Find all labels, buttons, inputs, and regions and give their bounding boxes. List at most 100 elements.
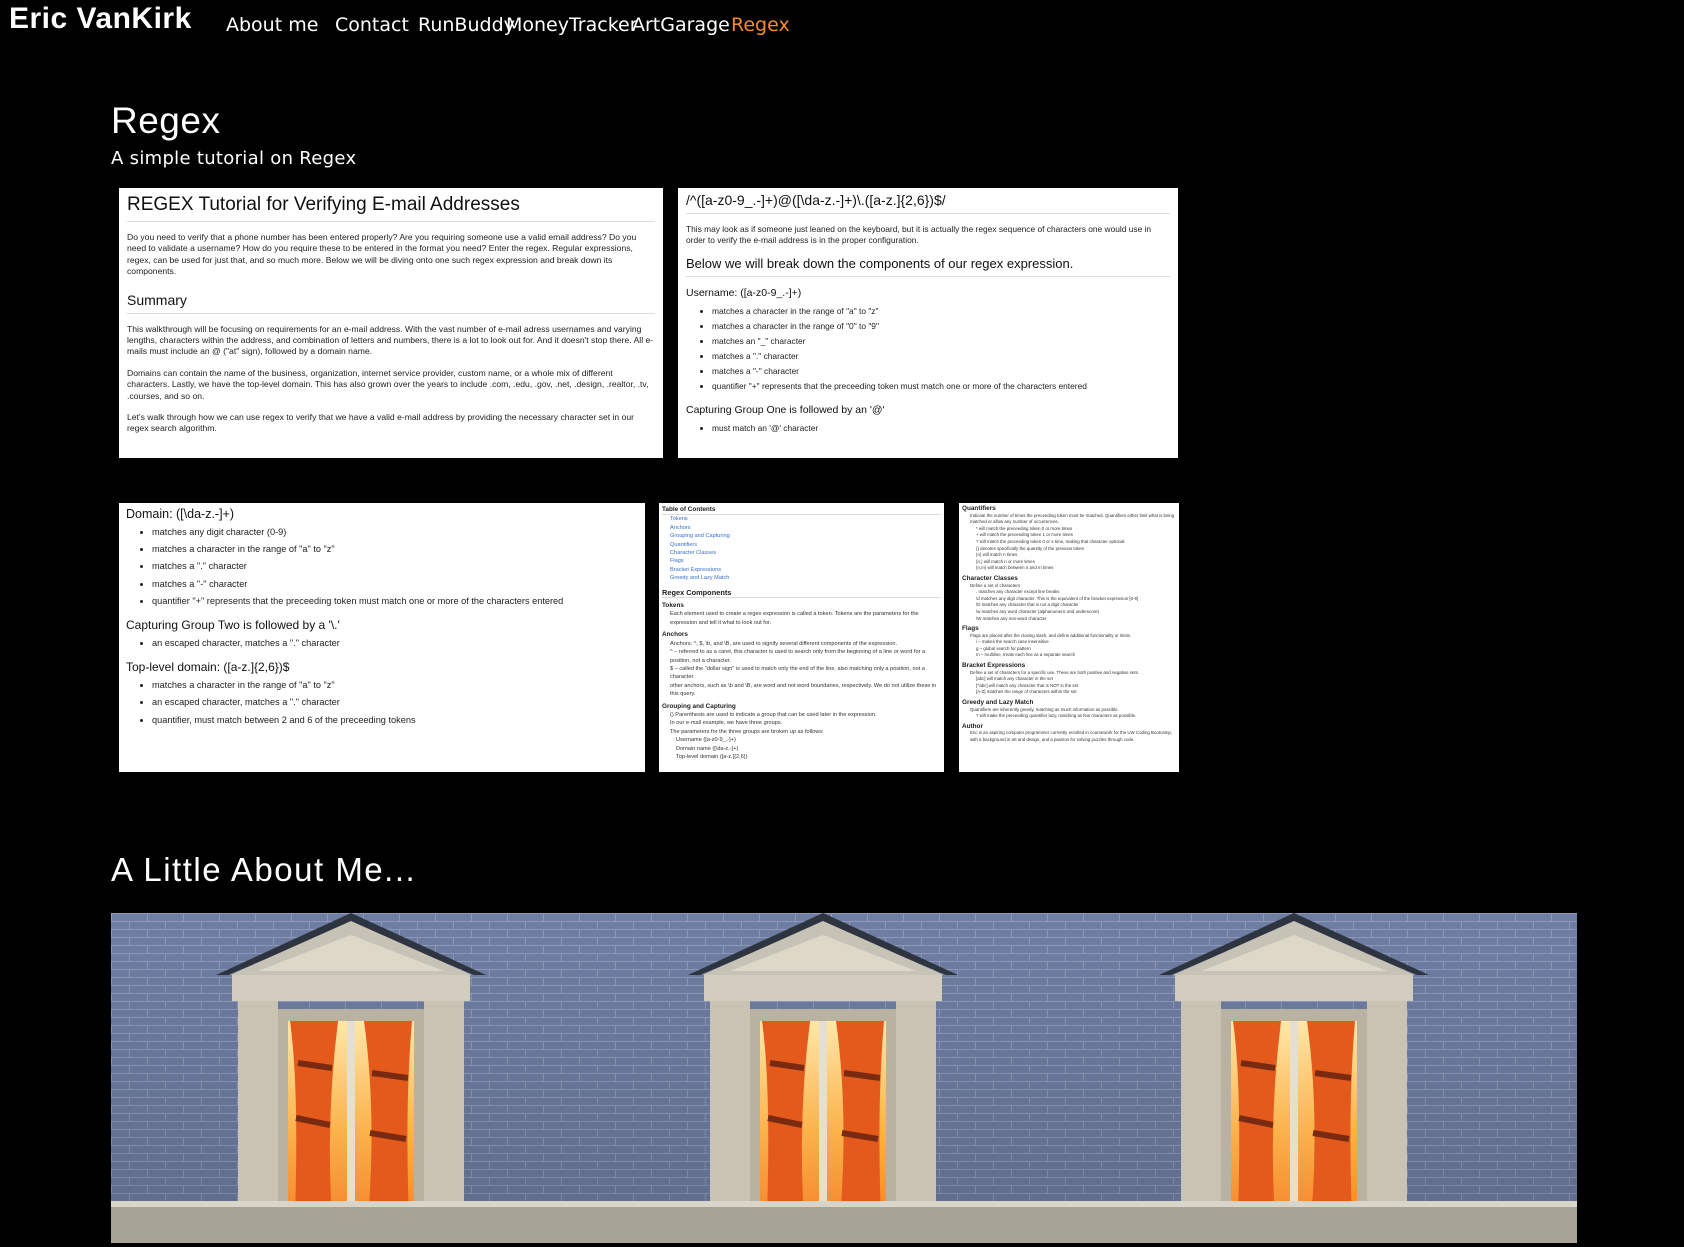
summary-paragraph-1: This walkthrough will be focusing on req…	[127, 323, 654, 357]
list-item: other anchors, such as \b and \B, are wo…	[670, 682, 937, 698]
group-two-heading: Capturing Group Two is followed by a '\.…	[126, 618, 340, 633]
list-item: Indicate the number of times the preceed…	[970, 512, 1175, 525]
nav-about-me[interactable]: About me	[226, 14, 318, 36]
nav-runbuddy[interactable]: RunBuddy	[418, 14, 515, 36]
list-item: $ – called the "dollar sign" is used to …	[670, 665, 925, 681]
toc-item[interactable]: Tokens	[662, 515, 941, 523]
list-item: Quantifiers are inherently greedy, match…	[970, 706, 1119, 712]
bracket-heading: Bracket Expressions	[962, 662, 1026, 670]
list-item: matches a "." character	[712, 349, 1170, 364]
regex-components-screenshot[interactable]: Quantifiers Indicate the number of times…	[959, 503, 1179, 772]
regex-breakdown-screenshot[interactable]: /^([a-z0-9_.-]+)@([\da-z.-]+)\.([a-z.]{2…	[678, 188, 1178, 458]
tokens-text: Each element used to create a regex expr…	[670, 611, 919, 626]
toc-item[interactable]: Bracket Expressions	[662, 566, 941, 574]
nav-regex[interactable]: Regex	[731, 14, 790, 36]
list-item: {n,} will match n or more times	[976, 558, 1035, 564]
toc-item[interactable]: Anchors	[662, 524, 941, 532]
group-one-list: must match an '@' character	[686, 421, 1170, 436]
toc-item[interactable]: Greedy and Lazy Match	[662, 574, 941, 582]
list-item: In our e-mail example, we have three gro…	[670, 720, 783, 727]
house-dormer-windows-image	[111, 913, 1577, 1243]
list-item: matches a "-" character	[712, 364, 1170, 379]
list-item: {n} will match n times	[976, 552, 1018, 558]
summary-paragraph-3: Let's walk through how we can use regex …	[127, 412, 635, 434]
nav-contact[interactable]: Contact	[335, 14, 409, 36]
list-item: \D matches any character that is not a d…	[976, 602, 1079, 608]
page-title: Regex	[111, 100, 221, 141]
list-item: + will match the preceeding token 1 or m…	[976, 532, 1074, 538]
table-of-contents-screenshot[interactable]: Table of Contents Tokens Anchors Groupin…	[659, 503, 944, 772]
list-item: quantifier "+" represents that the prece…	[712, 379, 1170, 394]
username-heading: Username: ([a-z0-9_.-]+)	[686, 286, 802, 299]
list-item: [A-Z] matches the range of characters wi…	[976, 689, 1077, 695]
list-item: matches a character in the range of "a" …	[152, 677, 638, 694]
nav-moneytracker[interactable]: MoneyTracker	[506, 14, 638, 36]
toc-item[interactable]: Flags	[662, 557, 941, 565]
intro-paragraph: Do you need to verify that a phone numbe…	[127, 232, 637, 277]
toc-heading: Table of Contents	[662, 506, 941, 516]
tutorial-intro-screenshot[interactable]: REGEX Tutorial for Verifying E-mail Addr…	[119, 188, 663, 458]
list-item: The parameters for the three groups are …	[670, 728, 824, 735]
tokens-heading: Tokens	[662, 602, 684, 610]
group-one-heading: Capturing Group One is followed by an '@…	[686, 403, 885, 416]
regex-intro: This may look as if someone just leaned …	[686, 224, 1152, 245]
summary-paragraph-2: Domains can contain the name of the busi…	[127, 367, 649, 401]
toc-item[interactable]: Grouping and Capturing	[662, 532, 941, 540]
toc-item[interactable]: Quantifiers	[662, 541, 941, 549]
author-heading: Author	[962, 722, 983, 730]
list-item: matches a character in the range of "0" …	[712, 319, 1170, 334]
breakdown-heading: Below we will break down the components …	[686, 256, 1170, 277]
list-item: Top-level domain ([a-z.]{2,6})	[676, 753, 748, 760]
toc-item[interactable]: Character Classes	[662, 549, 941, 557]
list-item: {n,m} will match between n and m times	[976, 565, 1054, 571]
flags-heading: Flags	[962, 625, 979, 633]
list-item: ? will make the preceeding quantifier la…	[976, 713, 1137, 719]
tld-heading: Top-level domain: ([a-z.]{2,6})$	[126, 660, 290, 675]
domain-breakdown-screenshot[interactable]: Domain: ([\da-z.-]+) matches any digit c…	[119, 503, 645, 772]
list-item: quantifier "+" represents that the prece…	[152, 593, 638, 610]
list-item: \d matches any digit character. This is …	[976, 595, 1139, 601]
grouping-heading: Grouping and Capturing	[662, 702, 736, 710]
list-item: an escaped character, matches a "." char…	[152, 694, 638, 711]
components-heading: Regex Components	[662, 588, 941, 599]
list-item: ^ – referred to as a caret, this charact…	[670, 649, 926, 664]
domain-heading: Domain: ([\da-z.-]+)	[126, 507, 235, 521]
list-item: [^abc] will match any character that is …	[976, 682, 1079, 688]
list-item: matches a "-" character	[152, 576, 638, 593]
quantifiers-heading: Quantifiers	[962, 505, 996, 512]
about-heading: A Little About Me...	[111, 851, 417, 888]
list-item: \w matches any word character (alphanume…	[976, 608, 1099, 614]
list-item: Username ([a-z0-9_.-]+)	[676, 737, 736, 744]
list-item: ? will match the preceeding token 0 or 1…	[976, 538, 1125, 544]
list-item: Anchors: ^, $, \b, and \B, are used to s…	[670, 640, 898, 647]
brand-logo[interactable]: Eric VanKirk	[9, 2, 192, 36]
list-item: m – multiline, treats each line as a sep…	[976, 652, 1076, 658]
username-list: matches a character in the range of "a" …	[686, 304, 1170, 394]
list-item: . matches any character except line brea…	[976, 589, 1060, 595]
list-item: g – global search for pattern	[976, 645, 1031, 651]
anchors-heading: Anchors	[662, 631, 688, 639]
list-item: Define a set of characters for a specifi…	[970, 669, 1140, 675]
list-item: () Parenthesis are used to indicate a gr…	[670, 711, 877, 718]
list-item: \W matches any non-word character	[976, 615, 1047, 621]
summary-heading: Summary	[127, 292, 655, 314]
nav-artgarage[interactable]: ArtGarage	[632, 14, 730, 36]
regex-expression: /^([a-z0-9_.-]+)@([\da-z.-]+)\.([a-z.]{2…	[686, 192, 1170, 214]
list-item: Define a set of characters	[970, 582, 1021, 588]
group-two-list: an escaped character, matches a "." char…	[126, 635, 638, 652]
list-item: must match an '@' character	[712, 421, 1170, 436]
list-item: matches a character in the range of "a" …	[152, 541, 638, 558]
list-item: Flags are placed after the closing slash…	[970, 632, 1132, 638]
list-item: matches any digit character (0-9)	[152, 524, 638, 541]
character-classes-heading: Character Classes	[962, 574, 1018, 582]
list-item: matches a character in the range of "a" …	[712, 304, 1170, 319]
list-item: an escaped character, matches a "." char…	[152, 635, 638, 652]
list-item: matches a "." character	[152, 558, 638, 575]
list-item: Domain name ([\da-z.-]+)	[676, 745, 739, 752]
tutorial-title: REGEX Tutorial for Verifying E-mail Addr…	[127, 194, 655, 222]
domain-list: matches any digit character (0-9) matche…	[126, 524, 638, 610]
list-item: [abc] will match any character in the se…	[976, 676, 1053, 682]
greedy-heading: Greedy and Lazy Match	[962, 699, 1034, 707]
tld-list: matches a character in the range of "a" …	[126, 677, 638, 729]
page-subtitle: A simple tutorial on Regex	[111, 148, 357, 169]
